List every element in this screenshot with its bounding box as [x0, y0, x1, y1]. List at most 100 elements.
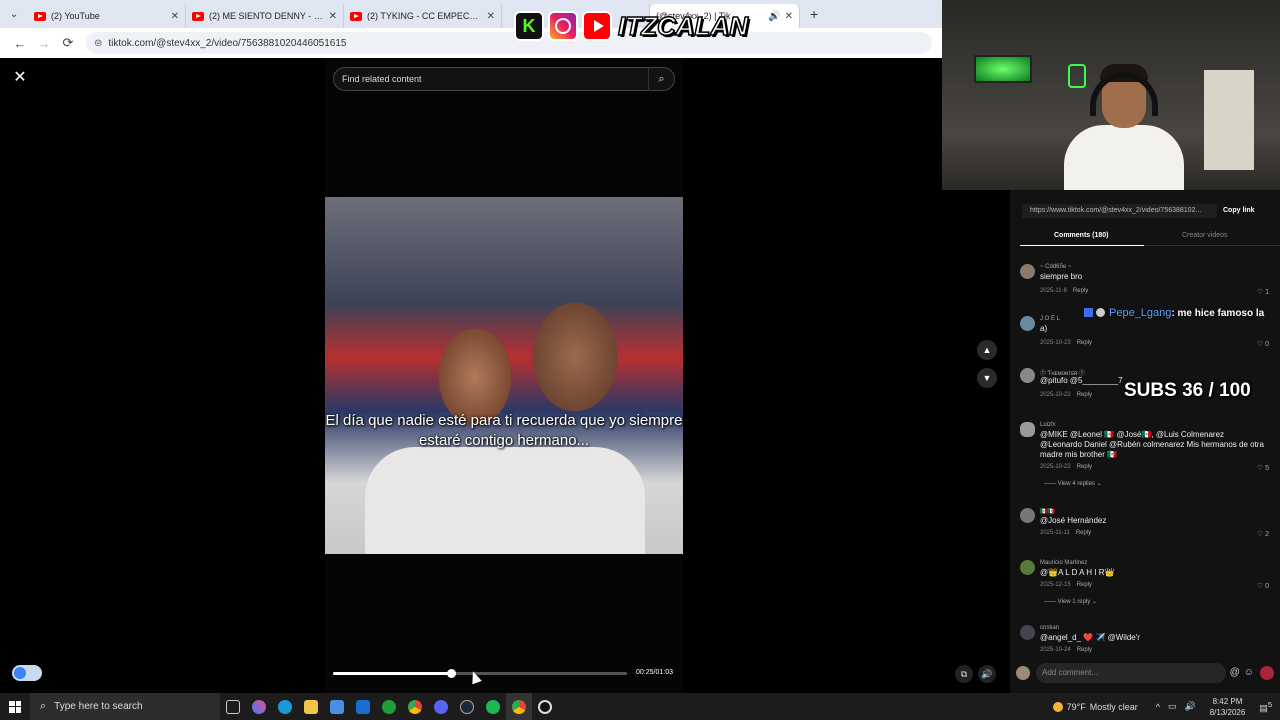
url-field[interactable]: ⊜ tiktok.com/@stev4xx_2/video/7563881020… [86, 32, 932, 54]
browser-tab-2[interactable]: (2) ME SIENTO DENNY - LITTLE ✕ [186, 4, 344, 28]
file-explorer-icon[interactable] [298, 693, 324, 720]
reply-button[interactable]: Reply [1077, 464, 1092, 470]
next-video-icon[interactable]: ▼ [977, 368, 997, 388]
back-arrow-icon[interactable]: ← [8, 36, 32, 51]
like-count[interactable]: ♡ 0 [1257, 582, 1269, 590]
browser-tab-1[interactable]: (2) YouTube ✕ [28, 4, 186, 28]
network-icon[interactable]: ▭ [1168, 701, 1177, 712]
weather-widget[interactable]: 79°F Mostly clear [1052, 701, 1138, 712]
comment-username[interactable]: cristian [1040, 625, 1059, 631]
progress-knob[interactable] [446, 669, 456, 678]
view-replies-button[interactable]: —— View 4 replies ⌄ [1044, 480, 1102, 487]
system-tray: 79°F Mostly clear ^ ▭ 🔊 8:42 PM 8/13/202… [1052, 693, 1280, 720]
avatar[interactable] [1020, 508, 1035, 523]
reply-button[interactable]: Reply [1077, 647, 1092, 653]
like-count[interactable]: ♡ 0 [1257, 340, 1269, 348]
close-tab-icon[interactable]: ✕ [487, 11, 495, 22]
previous-video-icon[interactable]: ▲ [977, 340, 997, 360]
copilot-icon[interactable] [246, 693, 272, 720]
comment-tabs: Comments (180) Creator videos [1020, 228, 1280, 246]
avatar[interactable] [1020, 422, 1035, 437]
search-bar[interactable]: Find related content ⌕ [333, 67, 675, 91]
reply-button[interactable]: Reply [1077, 392, 1092, 398]
notifications-icon[interactable]: ▤5 [1259, 700, 1272, 714]
volume-icon[interactable]: 🔊 [978, 665, 996, 683]
new-tab-icon[interactable]: + [810, 6, 818, 22]
comment-username[interactable]: 🇲🇽🇲🇽 [1040, 508, 1055, 515]
tab-creator-videos[interactable]: Creator videos [1182, 232, 1228, 239]
avatar[interactable] [1020, 625, 1035, 640]
comment-meta: 2025-10-24 Reply [1040, 647, 1093, 653]
search-icon[interactable]: ⌕ [648, 67, 674, 91]
spotify-icon[interactable] [480, 693, 506, 720]
chat-badge-icon [1096, 308, 1105, 317]
youtube-favicon-icon [34, 11, 46, 21]
close-tab-icon[interactable]: ✕ [785, 11, 793, 22]
comment-username[interactable]: Mauricio Martinez [1040, 560, 1087, 566]
comment-text: a) [1040, 324, 1048, 333]
show-hidden-icons-icon[interactable]: ^ [1156, 702, 1160, 712]
edge-icon[interactable] [272, 693, 298, 720]
discord-icon[interactable] [428, 693, 454, 720]
xbox-icon[interactable] [376, 693, 402, 720]
obs-icon[interactable] [532, 693, 558, 720]
taskview-icon[interactable] [220, 693, 246, 720]
clock[interactable]: 8:42 PM 8/13/2026 [1210, 696, 1246, 718]
video-player[interactable]: El día que nadie esté para ti recuerda q… [325, 197, 683, 554]
reply-button[interactable]: Reply [1077, 340, 1092, 346]
avatar[interactable] [1020, 368, 1035, 383]
add-comment-bar: Add comment... @ ☺ [1010, 660, 1280, 685]
like-count[interactable]: ♡ 5 [1257, 464, 1269, 472]
like-count[interactable]: ♡ 2 [1257, 530, 1269, 538]
reply-button[interactable]: Reply [1077, 582, 1092, 588]
tab-label: (2) TYKING - CC EMPECE ( VIDE [367, 11, 483, 21]
video-link[interactable]: https://www.tiktok.com/@stev4xx_2/video/… [1022, 204, 1217, 218]
forward-arrow-icon[interactable]: → [32, 36, 56, 51]
outlook-icon[interactable] [350, 693, 376, 720]
view-replies-button[interactable]: —— View 1 reply ⌄ [1044, 598, 1097, 605]
reload-icon[interactable]: ⟳ [56, 35, 80, 51]
close-tab-icon[interactable]: ✕ [171, 11, 179, 22]
address-bar: ← → ⟳ ⊜ tiktok.com/@stev4xx_2/video/7563… [0, 28, 942, 58]
webcam-overlay [942, 0, 1280, 190]
volume-icon[interactable]: 🔊 [1185, 701, 1196, 712]
post-comment-button[interactable] [1260, 665, 1274, 680]
avatar[interactable] [1020, 560, 1035, 575]
tab-search-chevron-icon[interactable]: ⌄ [0, 0, 28, 28]
chrome-icon[interactable] [402, 693, 428, 720]
active-tab-underline [1020, 245, 1144, 246]
comment-username[interactable]: Luizfx [1040, 422, 1056, 428]
background-door [1204, 70, 1254, 170]
comment-text: @MIKE @Leonel 🇲🇽 @José🇲🇽, @Luis Colmenar… [1040, 430, 1264, 459]
reply-button[interactable]: Reply [1076, 530, 1091, 536]
add-comment-input[interactable]: Add comment... [1036, 662, 1226, 683]
avatar[interactable] [1020, 316, 1035, 331]
comment-username[interactable]: J O E L [1040, 316, 1060, 322]
close-tab-icon[interactable]: ✕ [329, 11, 337, 22]
copy-link-button[interactable]: Copy link [1223, 207, 1255, 214]
audio-icon[interactable]: 🔊 [768, 11, 780, 22]
reply-button[interactable]: Reply [1073, 288, 1088, 294]
progress-bar[interactable] [333, 669, 627, 678]
comment-meta: 2025-12-15 Reply [1040, 582, 1093, 588]
start-button[interactable] [0, 693, 30, 720]
taskbar-search[interactable]: ⌕ Type here to search [30, 693, 220, 720]
comment-text: @José Hernández [1040, 516, 1107, 525]
tab-comments[interactable]: Comments (180) [1054, 232, 1108, 239]
store-icon[interactable] [324, 693, 350, 720]
search-input[interactable]: Find related content [342, 74, 648, 84]
steam-icon[interactable] [454, 693, 480, 720]
emoji-icon[interactable]: ☺ [1244, 667, 1254, 678]
mention-icon[interactable]: @ [1230, 667, 1240, 678]
close-icon[interactable]: ✕ [10, 68, 30, 88]
site-info-icon[interactable]: ⊜ [94, 38, 102, 49]
avatar[interactable] [1020, 264, 1035, 279]
comment-username[interactable]: ~ Cdd6ñe ~ [1040, 264, 1071, 270]
autoscroll-toggle[interactable] [12, 665, 42, 681]
browser-tab-3[interactable]: (2) TYKING - CC EMPECE ( VIDE ✕ [344, 4, 502, 28]
like-count[interactable]: ♡ 1 [1257, 288, 1269, 296]
chat-message-overlay: Pepe_Lgang: me hice famoso la [1084, 307, 1264, 319]
chrome-icon-2[interactable] [506, 693, 532, 720]
floating-player-icon[interactable]: ⧉ [955, 665, 973, 683]
comment-meta: 2025-10-23 Reply [1040, 340, 1093, 346]
